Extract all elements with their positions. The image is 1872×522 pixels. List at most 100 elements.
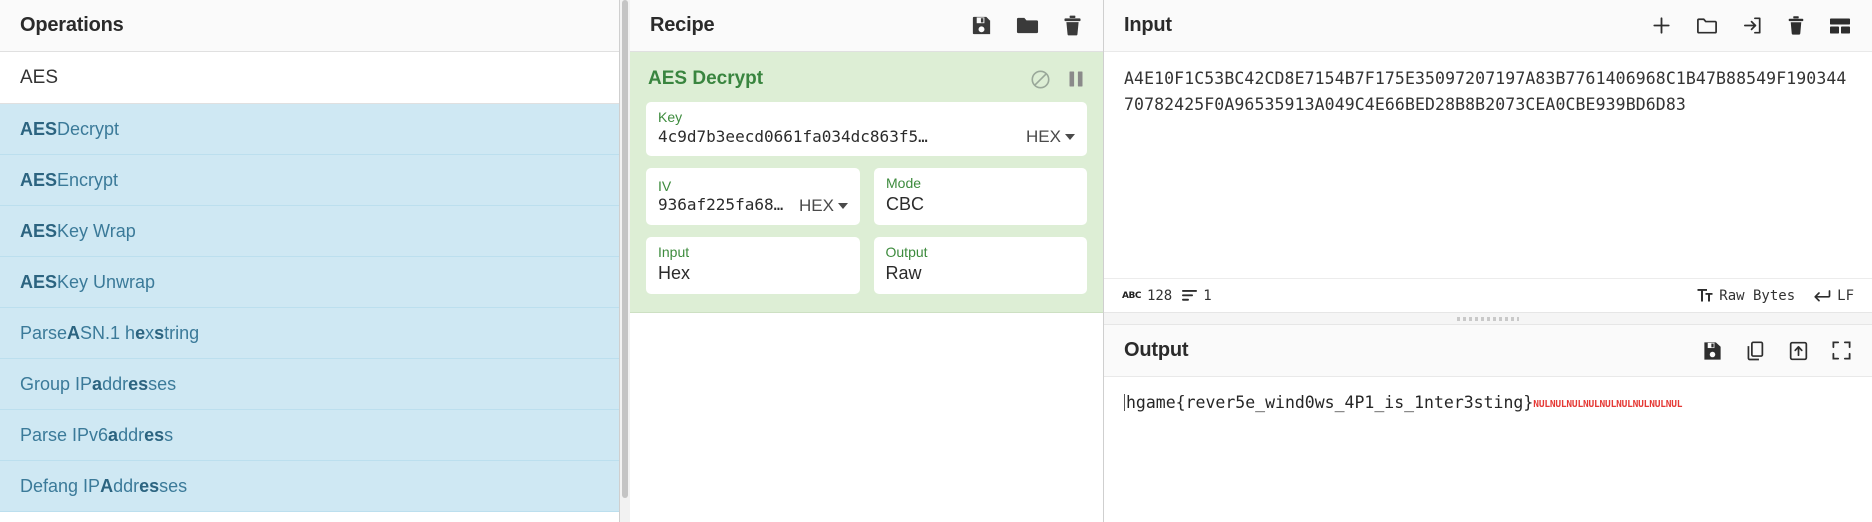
operation-match-text: AES (20, 220, 58, 241)
operation-list-item[interactable]: AES Encrypt (0, 155, 619, 206)
operation-match-text: s (154, 322, 165, 343)
clear-recipe-icon[interactable] (1062, 14, 1083, 37)
operation-controls (1030, 69, 1085, 90)
chevron-down-icon (1065, 134, 1075, 141)
operation-list-item[interactable]: Group IP a ddr es ses (0, 359, 619, 410)
output-text[interactable]: hgame{rever5e_wind0ws_4P1_is_1nter3sting… (1126, 393, 1533, 412)
operations-search-row[interactable] (0, 52, 619, 104)
input-title: Input (1124, 14, 1172, 36)
input-text[interactable]: A4E10F1C53BC42CD8E7154B7F175E35097207197… (1124, 66, 1852, 117)
input-length-value: 128 (1146, 287, 1173, 304)
operation-label-text: Decrypt (57, 118, 120, 139)
arg-key-format-dropdown[interactable]: HEX (1016, 127, 1075, 147)
arg-output-value[interactable]: Raw (886, 262, 928, 285)
operation-label-text: ddr (102, 373, 129, 394)
abc-icon: ABC (1122, 290, 1141, 301)
recipe-toolbar (970, 14, 1083, 37)
arg-mode-value[interactable]: CBC (886, 193, 924, 216)
input-title-bar: Input (1104, 0, 1872, 52)
add-input-tab-icon[interactable] (1650, 14, 1673, 37)
operations-title: Operations (20, 14, 124, 36)
maximise-output-icon[interactable] (1831, 340, 1852, 361)
operation-label-text: SN.1 h (80, 322, 136, 343)
output-title-bar: Output (1104, 325, 1872, 377)
recipe-title-bar: Recipe (630, 0, 1103, 52)
input-line-ending-status[interactable]: LF (1813, 288, 1854, 304)
copy-output-icon[interactable] (1745, 340, 1766, 362)
cyberchef-app: Operations AES DecryptAES EncryptAES Key… (0, 0, 1872, 522)
arg-iv-format-dropdown[interactable]: HEX (789, 196, 848, 216)
character-encoding-icon (1697, 289, 1713, 302)
input-toolbar (1650, 14, 1852, 37)
arg-key[interactable]: Key 4c9d7b3eecd0661fa034dc863f5… HEX (646, 102, 1087, 157)
lines-icon (1182, 290, 1198, 301)
arg-iv-label: IV (658, 177, 672, 194)
input-encoding-status[interactable]: Raw Bytes (1697, 288, 1795, 304)
operation-header: AES Decrypt (646, 62, 1087, 102)
input-editor[interactable]: A4E10F1C53BC42CD8E7154B7F175E35097207197… (1104, 52, 1872, 278)
save-output-icon[interactable] (1702, 340, 1723, 362)
operation-list-item[interactable]: Parse A SN.1 hex s tring (0, 308, 619, 359)
operation-label-text: Parse (20, 322, 68, 343)
arg-input-format[interactable]: Input Hex (646, 237, 860, 295)
disable-operation-icon[interactable] (1030, 69, 1051, 90)
operation-match-text: AES (20, 169, 58, 190)
operations-panel: Operations AES DecryptAES EncryptAES Key… (0, 0, 620, 522)
input-output-splitter[interactable] (1104, 312, 1872, 325)
reset-layout-icon[interactable] (1828, 15, 1852, 37)
output-editor[interactable]: hgame{rever5e_wind0ws_4P1_is_1nter3sting… (1104, 377, 1872, 522)
recipe-body: AES Decrypt Key 4c9d7b3eecd0661fa034dc86… (630, 52, 1103, 522)
arg-row-iv-mode: IV 936af225fa68… HEX Mode CBC (646, 168, 1087, 226)
arg-output-label: Output (885, 244, 928, 261)
operation-match-text: es (144, 424, 165, 445)
operation-list-item[interactable]: Defang IP Addr es ses (0, 461, 619, 512)
input-encoding-label: Raw Bytes (1719, 287, 1796, 304)
output-title: Output (1124, 339, 1189, 361)
operation-list-item[interactable]: AES Key Unwrap (0, 257, 619, 308)
arg-row-key: Key 4c9d7b3eecd0661fa034dc863f5… HEX (646, 102, 1087, 157)
operation-label-text: Encrypt (57, 169, 119, 190)
operation-label-text: ses (148, 373, 177, 394)
arg-output-format[interactable]: Output Raw (873, 237, 1087, 295)
breakpoint-pause-icon[interactable] (1067, 69, 1085, 89)
operation-title: AES Decrypt (648, 68, 764, 89)
text-cursor (1124, 394, 1125, 411)
load-recipe-icon[interactable] (1015, 14, 1040, 37)
open-file-icon[interactable] (1741, 14, 1764, 37)
splitter-grip (1457, 316, 1519, 321)
arg-iv[interactable]: IV 936af225fa68… HEX (646, 168, 860, 226)
arg-row-input-output: Input Hex Output Raw (646, 237, 1087, 295)
output-toolbar (1702, 340, 1852, 362)
arg-iv-value[interactable]: 936af225fa68… (658, 195, 783, 216)
input-lines-value: 1 (1203, 287, 1212, 304)
operation-label-text: Group IP (20, 373, 93, 394)
operation-label-text: ddr (113, 475, 140, 496)
operation-label-text: Key Unwrap (57, 271, 156, 292)
arg-mode-label: Mode (886, 175, 922, 192)
recipe-operation-aes-decrypt[interactable]: AES Decrypt Key 4c9d7b3eecd0661fa034dc86… (630, 52, 1103, 314)
replace-input-icon[interactable] (1788, 340, 1809, 362)
arg-mode[interactable]: Mode CBC (874, 168, 1087, 226)
arg-input-value[interactable]: Hex (658, 262, 690, 285)
operation-match-text: a (108, 424, 119, 445)
operation-list-item[interactable]: Parse IPv6 a ddr es s (0, 410, 619, 461)
clear-input-icon[interactable] (1786, 14, 1806, 37)
recipe-title: Recipe (650, 14, 715, 36)
input-length-status: ABC 128 (1122, 288, 1172, 304)
arg-key-label: Key (658, 109, 683, 125)
input-status-bar: ABC 128 1 Raw Bytes LF (1104, 278, 1872, 312)
operation-list-item[interactable]: AES Decrypt (0, 104, 619, 155)
operation-match-text: AES (20, 271, 58, 292)
arg-key-format-label: HEX (1026, 127, 1061, 147)
operation-list-item[interactable]: AES Key Wrap (0, 206, 619, 257)
operations-title-bar: Operations (0, 0, 619, 52)
io-panel: Input A4E10F1C53BC42CD8E7154B7F175E35097… (1104, 0, 1872, 522)
line-ending-icon (1814, 289, 1831, 301)
operation-label-text: Key Wrap (57, 220, 136, 241)
operations-recipe-splitter[interactable] (620, 0, 630, 522)
save-recipe-icon[interactable] (970, 14, 993, 37)
input-line-ending-label: LF (1837, 287, 1854, 304)
search-input[interactable] (20, 66, 599, 89)
open-folder-icon[interactable] (1695, 14, 1719, 37)
arg-key-value[interactable]: 4c9d7b3eecd0661fa034dc863f5… (658, 127, 928, 148)
